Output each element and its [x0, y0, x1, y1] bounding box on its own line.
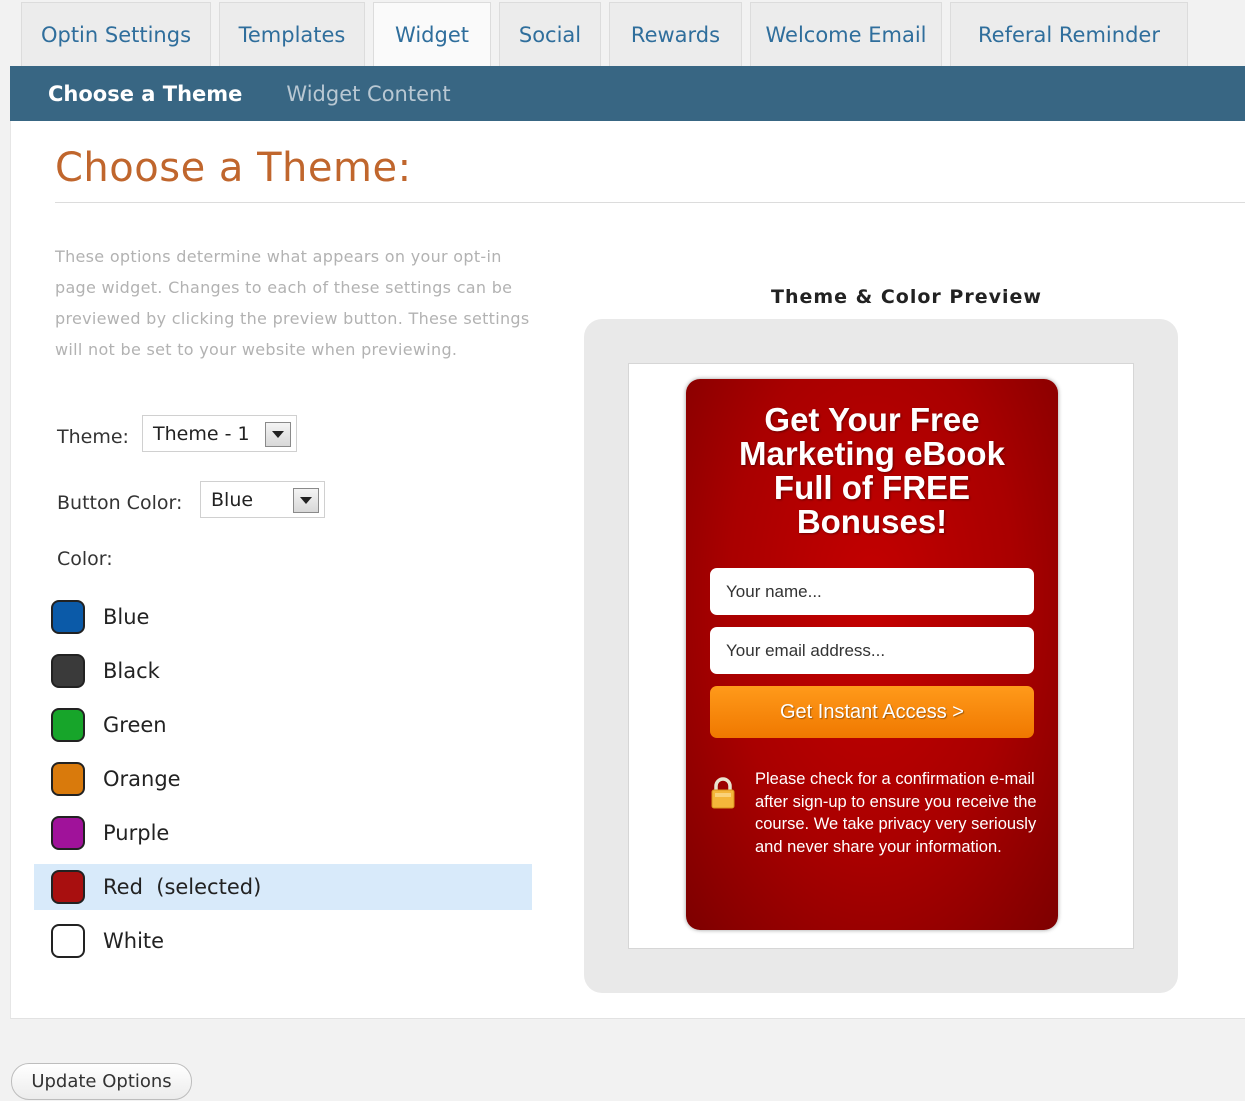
color-swatch [51, 654, 85, 688]
color-swatch [51, 708, 85, 742]
content-panel: Choose a Theme: These options determine … [10, 121, 1245, 1019]
preview-title: Theme & Color Preview [771, 286, 1042, 308]
tab-optin-settings[interactable]: Optin Settings [21, 2, 211, 66]
color-option-label: Blue [103, 605, 150, 629]
button-color-label: Button Color: [57, 492, 183, 514]
widget-submit-button[interactable]: Get Instant Access > [710, 686, 1034, 738]
widget-headline: Get Your Free Marketing eBook Full of FR… [739, 401, 1005, 540]
widget-name-input[interactable]: Your name... [710, 568, 1034, 615]
widget-email-input[interactable]: Your email address... [710, 627, 1034, 674]
color-option-blue[interactable]: Blue [34, 594, 532, 640]
color-option-label: Purple [103, 821, 170, 845]
lock-icon [711, 777, 735, 809]
chevron-down-icon [293, 488, 319, 513]
tab-referal-reminder[interactable]: Referal Reminder [950, 2, 1188, 66]
theme-select[interactable]: Theme - 1 [142, 415, 297, 452]
color-option-label: White [103, 929, 165, 953]
color-swatch [51, 600, 85, 634]
subnav-widget-content[interactable]: Widget Content [286, 82, 450, 106]
tab-rewards[interactable]: Rewards [609, 2, 742, 66]
page-title: Choose a Theme: [55, 145, 412, 191]
color-label: Color: [57, 548, 113, 570]
title-divider [55, 202, 1245, 203]
color-option-label: Green [103, 713, 167, 737]
color-option-red[interactable]: Red (selected) [34, 864, 532, 910]
main-tabs: Optin Settings Templates Widget Social R… [0, 0, 1245, 66]
chevron-down-icon [265, 422, 291, 447]
description-text: These options determine what appears on … [55, 247, 530, 359]
color-option-white[interactable]: White [34, 918, 532, 964]
color-option-label: Orange [103, 767, 181, 791]
subnav-choose-theme[interactable]: Choose a Theme [48, 82, 242, 106]
widget-privacy-note: Please check for a confirmation e-mail a… [755, 770, 1037, 856]
color-swatch [51, 870, 85, 904]
tab-templates[interactable]: Templates [219, 2, 365, 66]
color-option-label: Black [103, 659, 160, 683]
color-swatch [51, 762, 85, 796]
color-option-label: Red (selected) [103, 875, 262, 899]
tab-social[interactable]: Social [499, 2, 601, 66]
color-swatch [51, 816, 85, 850]
color-option-orange[interactable]: Orange [34, 756, 532, 802]
update-options-button[interactable]: Update Options [11, 1063, 192, 1100]
color-option-green[interactable]: Green [34, 702, 532, 748]
theme-select-value: Theme - 1 [153, 422, 250, 445]
widget-subnav: Choose a Theme Widget Content [10, 66, 1245, 121]
color-option-black[interactable]: Black [34, 648, 532, 694]
color-option-purple[interactable]: Purple [34, 810, 532, 856]
button-color-select[interactable]: Blue [200, 481, 325, 518]
tab-welcome-email[interactable]: Welcome Email [750, 2, 942, 66]
color-swatch [51, 924, 85, 958]
optin-widget-preview: Get Your Free Marketing eBook Full of FR… [686, 379, 1058, 930]
button-color-select-value: Blue [211, 488, 254, 511]
tab-widget[interactable]: Widget [373, 2, 491, 66]
theme-label: Theme: [57, 426, 129, 448]
